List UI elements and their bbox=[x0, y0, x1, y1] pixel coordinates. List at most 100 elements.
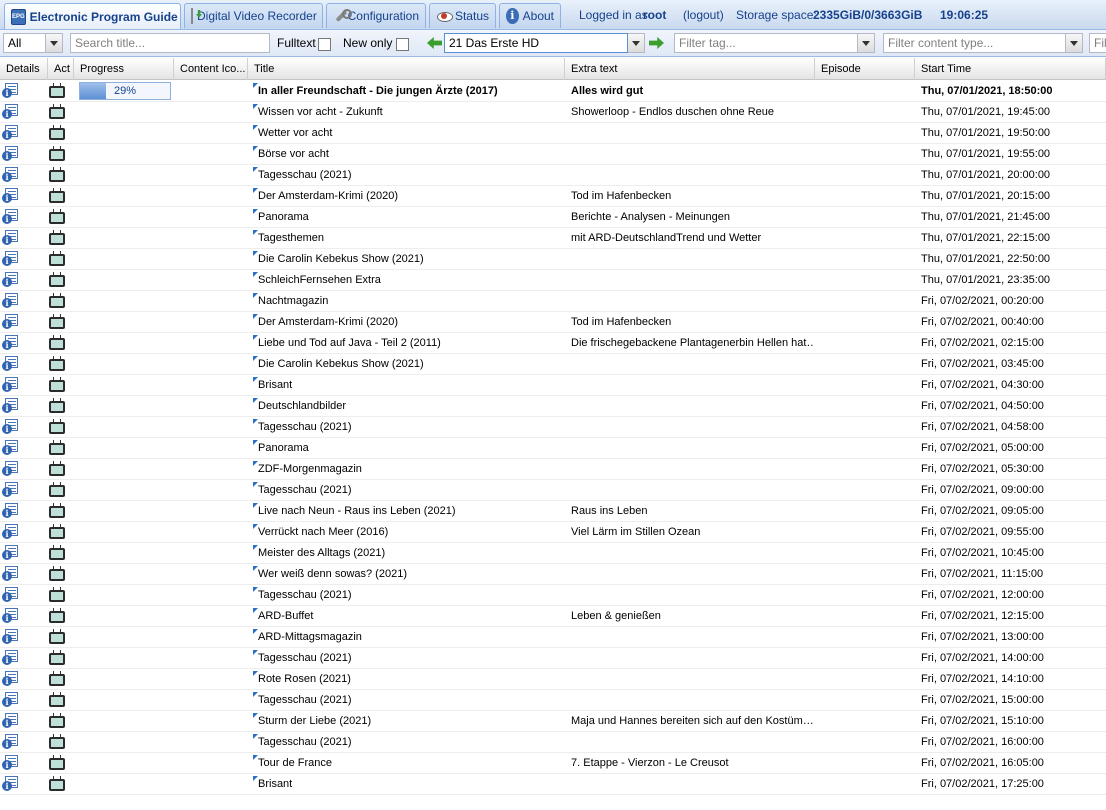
details-info-icon[interactable]: i bbox=[2, 482, 19, 498]
record-tv-icon[interactable] bbox=[49, 587, 65, 602]
table-row[interactable]: i Tagesschau (2021) Fri, 07/02/2021, 14:00… bbox=[0, 648, 1106, 669]
record-tv-icon[interactable] bbox=[49, 335, 65, 350]
table-row[interactable]: i Börse vor acht Thu, 07/01/2021, 19:55:00 bbox=[0, 144, 1106, 165]
table-row[interactable]: i Deutschlandbilder Fri, 07/02/2021, 04:50… bbox=[0, 396, 1106, 417]
table-row[interactable]: i Wetter vor acht Thu, 07/01/2021, 19:50:0… bbox=[0, 123, 1106, 144]
details-info-icon[interactable]: i bbox=[2, 104, 19, 120]
details-info-icon[interactable]: i bbox=[2, 755, 19, 771]
search-title-input[interactable]: Search title... bbox=[70, 33, 270, 53]
table-row[interactable]: i SchleichFernsehen Extra Thu, 07/01/2021,… bbox=[0, 270, 1106, 291]
details-info-icon[interactable]: i bbox=[2, 398, 19, 414]
column-header-progress[interactable]: Progress bbox=[74, 58, 174, 80]
column-header-start-time[interactable]: Start Time bbox=[915, 58, 1106, 80]
content-type-dropdown-icon[interactable] bbox=[1066, 33, 1083, 53]
new-only-checkbox[interactable] bbox=[396, 38, 409, 51]
table-row[interactable]: i Tour de France 7. Etappe - Vierzon - Le … bbox=[0, 753, 1106, 774]
record-tv-icon[interactable] bbox=[49, 482, 65, 497]
record-tv-icon[interactable] bbox=[49, 167, 65, 182]
column-header-content-icon[interactable]: Content Ico... bbox=[174, 58, 248, 80]
tab-about[interactable]: i About bbox=[499, 3, 561, 28]
record-tv-icon[interactable] bbox=[49, 188, 65, 203]
table-row[interactable]: i Tagesschau (2021) Fri, 07/02/2021, 12:00… bbox=[0, 585, 1106, 606]
table-row[interactable]: i Tagesschau (2021) Thu, 07/01/2021, 20:00… bbox=[0, 165, 1106, 186]
column-header-action[interactable]: Act bbox=[48, 58, 74, 80]
column-header-title[interactable]: Title bbox=[248, 58, 565, 80]
table-row[interactable]: i Tagesschau (2021) Fri, 07/02/2021, 15:00… bbox=[0, 690, 1106, 711]
record-tv-icon[interactable] bbox=[49, 83, 65, 98]
table-row[interactable]: i Die Carolin Kebekus Show (2021) Fri, 07/… bbox=[0, 354, 1106, 375]
table-row[interactable]: i ZDF-Morgenmagazin Fri, 07/02/2021, 05:30… bbox=[0, 459, 1106, 480]
table-row[interactable]: i Tagesthemen mit ARD-DeutschlandTrend und… bbox=[0, 228, 1106, 249]
table-row[interactable]: i Tagesschau (2021) Fri, 07/02/2021, 09:00… bbox=[0, 480, 1106, 501]
record-tv-icon[interactable] bbox=[49, 608, 65, 623]
details-info-icon[interactable]: i bbox=[2, 734, 19, 750]
table-row[interactable]: i Panorama Fri, 07/02/2021, 05:00:00 bbox=[0, 438, 1106, 459]
details-info-icon[interactable]: i bbox=[2, 776, 19, 792]
table-row[interactable]: i Verrückt nach Meer (2016) Viel Lärm im S… bbox=[0, 522, 1106, 543]
record-tv-icon[interactable] bbox=[49, 755, 65, 770]
details-info-icon[interactable]: i bbox=[2, 566, 19, 582]
details-info-icon[interactable]: i bbox=[2, 524, 19, 540]
type-filter-select[interactable]: All bbox=[3, 33, 46, 53]
table-row[interactable]: i Brisant Fri, 07/02/2021, 17:25:00 bbox=[0, 774, 1106, 795]
table-row[interactable]: i Wer weiß denn sowas? (2021) Fri, 07/02/2… bbox=[0, 564, 1106, 585]
details-info-icon[interactable]: i bbox=[2, 545, 19, 561]
details-info-icon[interactable]: i bbox=[2, 293, 19, 309]
table-row[interactable]: i Die Carolin Kebekus Show (2021) Thu, 07/… bbox=[0, 249, 1106, 270]
channel-select[interactable]: 21 Das Erste HD bbox=[444, 33, 628, 53]
record-tv-icon[interactable] bbox=[49, 398, 65, 413]
record-tv-icon[interactable] bbox=[49, 125, 65, 140]
details-info-icon[interactable]: i bbox=[2, 314, 19, 330]
table-row[interactable]: i Wissen vor acht - Zukunft Showerloop - E… bbox=[0, 102, 1106, 123]
details-info-icon[interactable]: i bbox=[2, 587, 19, 603]
record-tv-icon[interactable] bbox=[49, 734, 65, 749]
table-row[interactable]: i Der Amsterdam-Krimi (2020) Tod im Hafenb… bbox=[0, 186, 1106, 207]
record-tv-icon[interactable] bbox=[49, 314, 65, 329]
details-info-icon[interactable]: i bbox=[2, 650, 19, 666]
details-info-icon[interactable]: i bbox=[2, 230, 19, 246]
details-info-icon[interactable]: i bbox=[2, 146, 19, 162]
table-row[interactable]: i ARD-Mittagsmagazin Fri, 07/02/2021, 13:0… bbox=[0, 627, 1106, 648]
table-row[interactable]: i Meister des Alltags (2021) Fri, 07/02/20… bbox=[0, 543, 1106, 564]
record-tv-icon[interactable] bbox=[49, 461, 65, 476]
column-header-extra-text[interactable]: Extra text bbox=[565, 58, 815, 80]
details-info-icon[interactable]: i bbox=[2, 419, 19, 435]
record-tv-icon[interactable] bbox=[49, 671, 65, 686]
details-info-icon[interactable]: i bbox=[2, 251, 19, 267]
record-tv-icon[interactable] bbox=[49, 692, 65, 707]
details-info-icon[interactable]: i bbox=[2, 356, 19, 372]
record-tv-icon[interactable] bbox=[49, 650, 65, 665]
record-tv-icon[interactable] bbox=[49, 356, 65, 371]
details-info-icon[interactable]: i bbox=[2, 440, 19, 456]
details-info-icon[interactable]: i bbox=[2, 335, 19, 351]
table-row[interactable]: i Liebe und Tod auf Java - Teil 2 (2011) D… bbox=[0, 333, 1106, 354]
table-row[interactable]: i Rote Rosen (2021) Fri, 07/02/2021, 14:10… bbox=[0, 669, 1106, 690]
record-tv-icon[interactable] bbox=[49, 776, 65, 791]
details-info-icon[interactable]: i bbox=[2, 713, 19, 729]
details-info-icon[interactable]: i bbox=[2, 461, 19, 477]
channel-dropdown-icon[interactable] bbox=[628, 33, 645, 53]
details-info-icon[interactable]: i bbox=[2, 83, 19, 99]
record-tv-icon[interactable] bbox=[49, 209, 65, 224]
details-info-icon[interactable]: i bbox=[2, 692, 19, 708]
record-tv-icon[interactable] bbox=[49, 629, 65, 644]
extra-filter-input[interactable]: Filt bbox=[1089, 33, 1106, 53]
table-row[interactable]: i Nachtmagazin Fri, 07/02/2021, 00:20:00 bbox=[0, 291, 1106, 312]
details-info-icon[interactable]: i bbox=[2, 608, 19, 624]
previous-channel-arrow-icon[interactable] bbox=[427, 37, 442, 49]
record-tv-icon[interactable] bbox=[49, 545, 65, 560]
next-channel-arrow-icon[interactable] bbox=[649, 37, 664, 49]
details-info-icon[interactable]: i bbox=[2, 167, 19, 183]
tag-filter-dropdown-icon[interactable] bbox=[858, 33, 875, 53]
content-type-filter-input[interactable]: Filter content type... bbox=[883, 33, 1066, 53]
type-filter-dropdown-icon[interactable] bbox=[46, 33, 63, 53]
record-tv-icon[interactable] bbox=[49, 503, 65, 518]
table-row[interactable]: i Live nach Neun - Raus ins Leben (2021) R… bbox=[0, 501, 1106, 522]
record-tv-icon[interactable] bbox=[49, 566, 65, 581]
table-row[interactable]: i 29% In aller Freundschaft - Die jungen Ä… bbox=[0, 81, 1106, 102]
column-header-episode[interactable]: Episode bbox=[815, 58, 915, 80]
record-tv-icon[interactable] bbox=[49, 524, 65, 539]
table-row[interactable]: i Tagesschau (2021) Fri, 07/02/2021, 04:58… bbox=[0, 417, 1106, 438]
tag-filter-input[interactable]: Filter tag... bbox=[674, 33, 858, 53]
table-row[interactable]: i Brisant Fri, 07/02/2021, 04:30:00 bbox=[0, 375, 1106, 396]
